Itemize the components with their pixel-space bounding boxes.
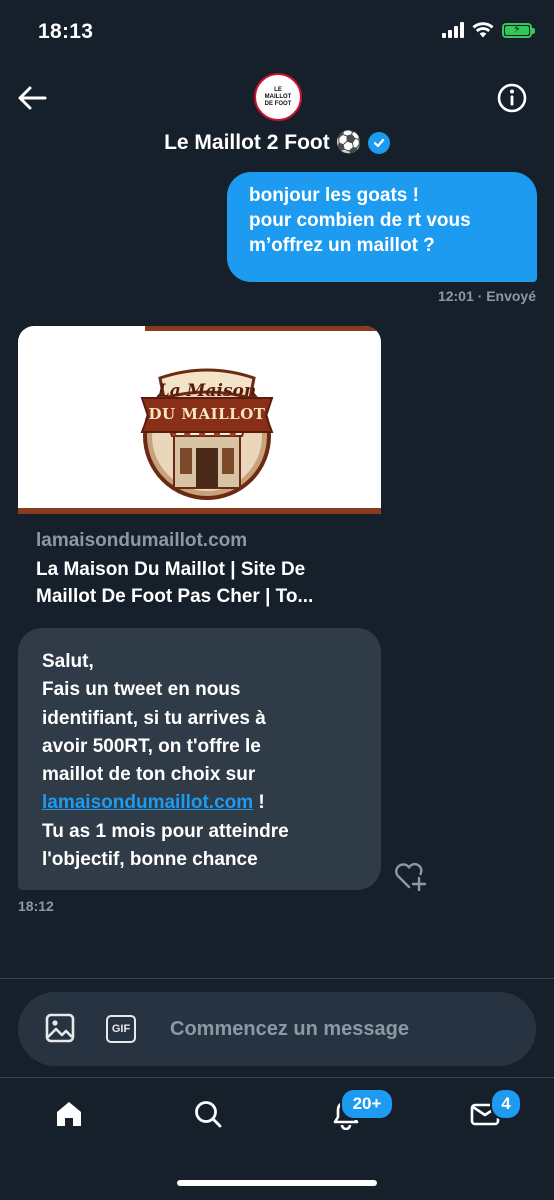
message-line: m’offrez un maillot ? bbox=[249, 235, 435, 256]
back-arrow-icon bbox=[18, 86, 47, 110]
info-icon bbox=[497, 83, 527, 113]
gif-icon: GIF bbox=[111, 1023, 131, 1035]
link-domain[interactable]: lamaisondumaillot.com bbox=[36, 530, 247, 552]
info-button[interactable] bbox=[496, 82, 528, 114]
link-title[interactable]: La Maison Du Maillot | Site De Maillot D… bbox=[36, 556, 376, 610]
battery-icon: ⚡ bbox=[502, 22, 535, 38]
link-suffix: ! bbox=[253, 792, 265, 814]
image-icon bbox=[45, 1013, 75, 1043]
signal-icon bbox=[442, 22, 464, 38]
link-title-line: La Maison Du Maillot | Site De bbox=[36, 559, 306, 580]
logo-text-banner: DU MAILLOT bbox=[148, 405, 266, 423]
gif-button[interactable]: GIF bbox=[106, 1015, 136, 1043]
message-line: Tu as 1 mois pour atteindre bbox=[42, 820, 289, 842]
message-line: lamaisondumaillot.com ! bbox=[42, 789, 367, 817]
react-button[interactable] bbox=[392, 858, 428, 894]
conversation-name: Le Maillot 2 Foot bbox=[164, 131, 330, 154]
back-button[interactable] bbox=[14, 80, 50, 116]
incoming-message[interactable]: Salut, Fais un tweet en nous identifiant… bbox=[18, 628, 381, 890]
message-line: pour combien de rt vous bbox=[249, 210, 471, 231]
message-input[interactable] bbox=[170, 1014, 460, 1044]
messages-badge: 4 bbox=[490, 1088, 522, 1120]
outgoing-message[interactable]: bonjour les goats ! pour combien de rt v… bbox=[227, 172, 537, 282]
outgoing-meta: 12:01 · Envoyé bbox=[438, 288, 536, 304]
link-title-line: Maillot De Foot Pas Cher | To... bbox=[36, 586, 314, 607]
search-icon bbox=[195, 1101, 222, 1128]
link-preview-card[interactable]: La Maison DU MAILLOT bbox=[18, 326, 381, 514]
message-line: avoir 500RT, on t'offre le bbox=[42, 735, 261, 757]
logo-text-top: La Maison bbox=[157, 381, 257, 401]
avatar[interactable]: LE MAILLOT DE FOOT bbox=[254, 73, 302, 121]
wifi-icon bbox=[472, 22, 494, 38]
message-line: Salut, bbox=[42, 651, 94, 672]
avatar-text-3: DE FOOT bbox=[264, 100, 292, 107]
soccer-ball-emoji: ⚽ bbox=[335, 131, 362, 154]
message-line: Fais un tweet en nous bbox=[42, 679, 241, 701]
home-indicator bbox=[177, 1180, 377, 1186]
incoming-time: 18:12 bbox=[18, 898, 54, 914]
heart-plus-icon bbox=[395, 862, 427, 892]
home-icon bbox=[57, 1102, 81, 1126]
message-line: l'objectif, bonne chance bbox=[42, 849, 258, 871]
la-maison-du-maillot-logo bbox=[140, 368, 274, 500]
voice-wave-icon bbox=[480, 1014, 508, 1044]
divider bbox=[0, 978, 554, 979]
notifications-badge: 20+ bbox=[340, 1088, 394, 1120]
message-link[interactable]: lamaisondumaillot.com bbox=[42, 792, 253, 813]
status-time: 18:13 bbox=[38, 20, 94, 43]
tab-search[interactable] bbox=[188, 1094, 228, 1134]
tab-home[interactable] bbox=[49, 1094, 89, 1134]
conversation-title[interactable]: Le Maillot 2 Foot ⚽ bbox=[0, 131, 554, 155]
message-line: maillot de ton choix sur bbox=[42, 764, 256, 786]
divider bbox=[0, 1077, 554, 1078]
add-image-button[interactable] bbox=[44, 1012, 76, 1044]
message-line: bonjour les goats ! bbox=[249, 185, 419, 206]
avatar-text-1: LE bbox=[274, 86, 282, 93]
verified-icon bbox=[367, 132, 390, 154]
outgoing-status: · Envoyé bbox=[477, 288, 536, 304]
avatar-text-2: MAILLOT bbox=[264, 93, 292, 100]
voice-message-button[interactable] bbox=[478, 1012, 512, 1046]
message-line: identifiant, si tu arrives à bbox=[42, 707, 266, 729]
outgoing-time: 12:01 bbox=[437, 288, 474, 304]
status-icons: ⚡ bbox=[442, 22, 535, 38]
